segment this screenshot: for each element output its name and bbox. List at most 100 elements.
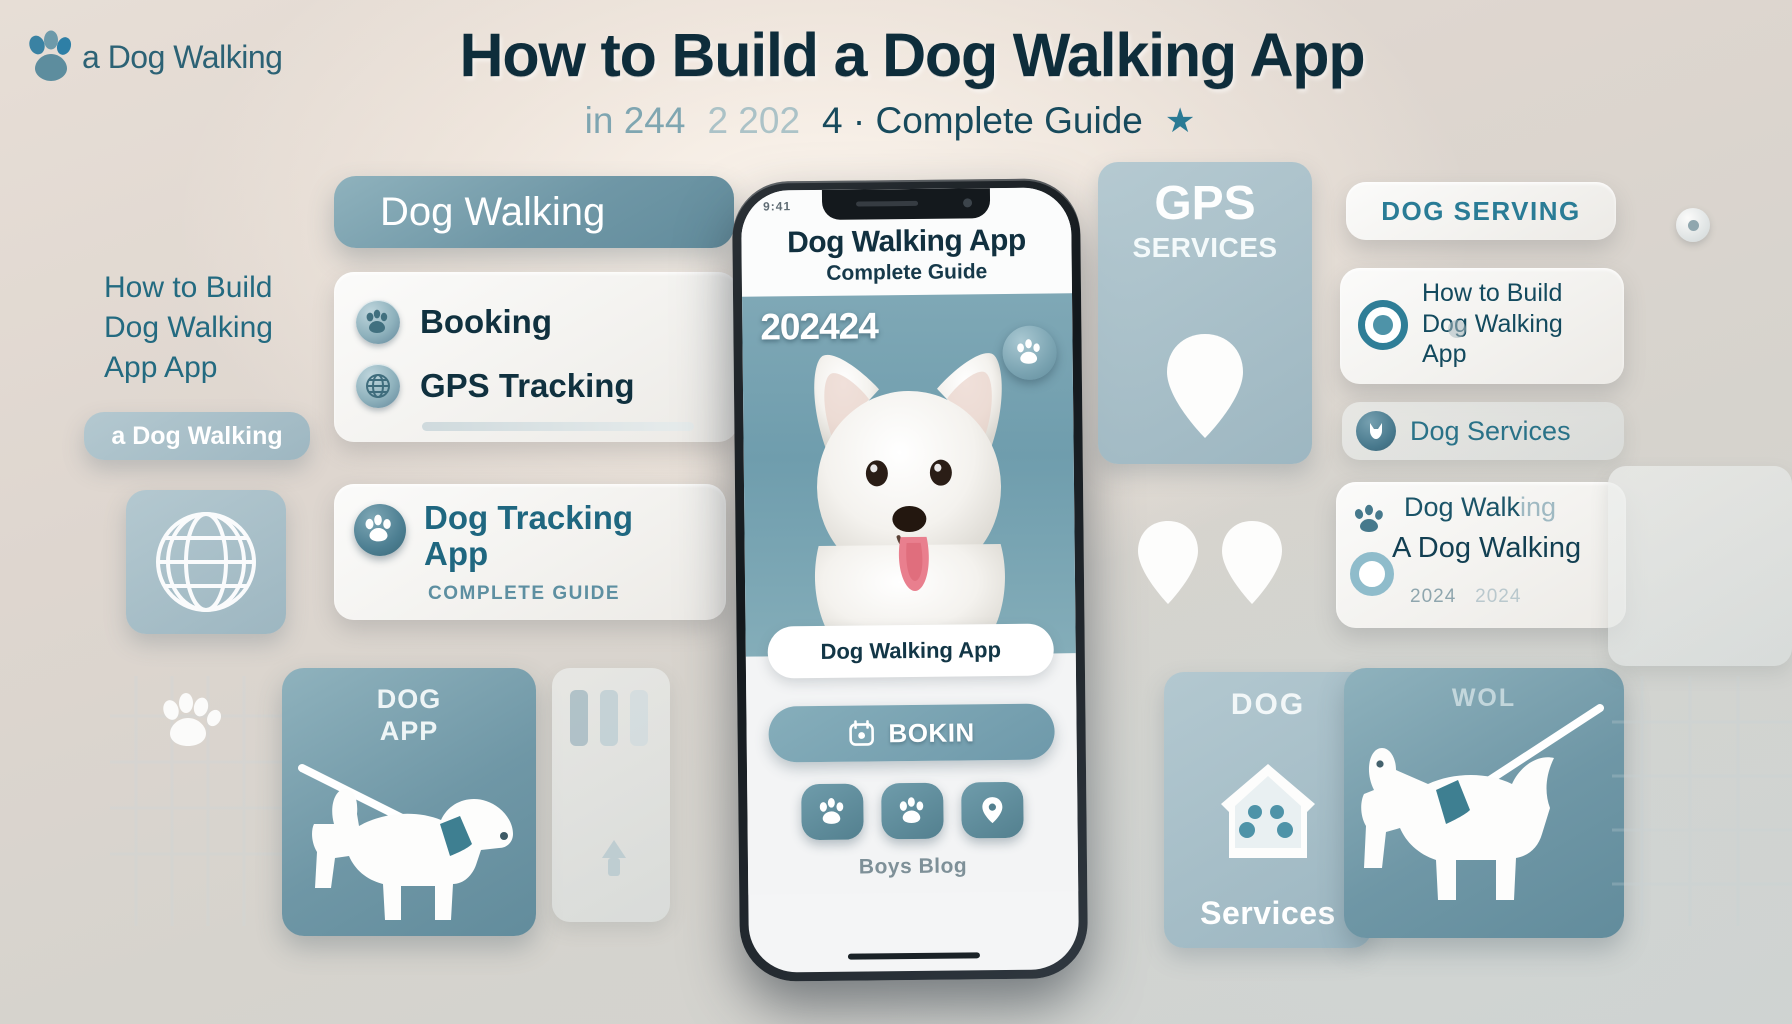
status-bar-time: 9:41 <box>763 199 792 214</box>
dog-walking-banner[interactable]: Dog Walking <box>334 176 734 248</box>
page-subtitle: in 244 2 202 4 · Complete Guide ★ <box>330 100 1450 142</box>
front-camera-icon <box>963 198 973 208</box>
dog-serving-pill-label: DOG SERVING <box>1381 195 1581 226</box>
dog-on-leash-icon <box>1361 704 1604 900</box>
dog-tracking-title-1: Dog Tracking <box>424 499 634 536</box>
page-title: How to Build a Dog Walking App <box>459 21 1366 89</box>
subtitle-fragment-b: 2 202 <box>707 100 801 141</box>
dog-photo <box>814 353 1005 657</box>
decorative-grid-right <box>1612 676 1792 926</box>
dog-walking-banner-label: Dog Walking <box>380 189 606 234</box>
feature-row-gps[interactable]: GPS Tracking <box>356 354 738 418</box>
speaker-grille <box>856 200 919 207</box>
quick-tile-paw-1[interactable] <box>801 783 864 841</box>
gps-services-line-2: SERVICES <box>1132 232 1278 263</box>
app-quick-tiles <box>769 781 1056 841</box>
app-hero-image: 202424 <box>742 293 1076 657</box>
paw-print-icon <box>1017 339 1040 364</box>
booking-cta-button[interactable]: BOKIN <box>768 703 1055 763</box>
dog-tracking-subtitle: COMPLETE GUIDE <box>428 582 621 604</box>
dog-walking-info-line-1-fade: ing <box>1520 492 1557 522</box>
paw-print-icon <box>29 30 72 81</box>
app-footer-label: Boys Blog <box>858 854 968 879</box>
phone-notch <box>821 188 991 220</box>
paw-print-icon <box>819 798 844 824</box>
decorative-dot-small <box>1448 320 1466 338</box>
dog-services-tile-line-1: DOG <box>1230 688 1306 721</box>
paw-print-icon <box>354 504 406 556</box>
star-icon: ★ <box>1164 102 1196 140</box>
decorative-panel-right <box>1608 466 1792 666</box>
map-pin-icon <box>982 797 1003 824</box>
dog-services-pill[interactable]: Dog Services <box>1342 402 1624 460</box>
dog-tracking-title-2: App <box>424 535 489 573</box>
feature-row-booking-label: Booking <box>420 303 552 340</box>
dog-tracking-card[interactable]: Dog Tracking App COMPLETE GUIDE <box>334 484 726 620</box>
quick-tile-paw-2[interactable] <box>881 782 944 840</box>
brand-name: a Dog Walking <box>82 38 283 75</box>
subtitle-main: 4 · Complete Guide <box>822 100 1143 141</box>
a-dog-walking-pill-label: a Dog Walking <box>111 421 283 450</box>
globe-badge-icon <box>356 364 400 408</box>
dog-walking-info-line-1-main: Dog Walk <box>1404 492 1521 522</box>
a-dog-walking-pill[interactable]: a Dog Walking <box>84 412 310 460</box>
dog-on-leash-icon <box>298 764 513 920</box>
dog-serving-pill[interactable]: DOG SERVING <box>1346 182 1616 240</box>
dog-app-tile[interactable]: DOG APP <box>282 668 536 936</box>
dog-walking-info-year: 2024 <box>1410 586 1457 607</box>
app-title: Dog Walking App <box>786 223 1026 260</box>
hero-paw-fab-button[interactable] <box>1002 325 1057 381</box>
poster-canvas: a Dog Walking How to Build a Dog Walking… <box>0 0 1792 1024</box>
phone-screen: 9:41 Dog Walking App Complete Guide 2024… <box>740 187 1080 973</box>
left-heading-line-3: App App <box>104 350 218 384</box>
app-search-pill-label: Dog Walking App <box>820 637 1002 664</box>
dog-walking-info-line-1: Dog Walking <box>1404 492 1556 523</box>
target-dot-icon <box>1358 300 1408 350</box>
booking-cta-label: BOKIN <box>888 716 975 748</box>
how-to-build-line-1: How to Build <box>1422 279 1563 307</box>
app-subtitle: Complete Guide <box>826 260 988 285</box>
how-to-build-line-3: App <box>1422 340 1467 368</box>
gps-services-line-1: GPS <box>1154 177 1256 230</box>
hero-year-label: 202424 <box>760 305 879 348</box>
dog-services-tile[interactable]: DOG Services <box>1164 672 1372 948</box>
dog-head-icon <box>1356 411 1396 451</box>
decorative-dot-large <box>1676 208 1710 242</box>
brand-logo: a Dog Walking <box>26 30 283 84</box>
map-pin-icon-left[interactable] <box>1132 518 1204 610</box>
paw-badge-icon <box>356 300 400 344</box>
home-indicator[interactable] <box>847 952 980 960</box>
decorative-bars-panel <box>552 668 670 922</box>
calendar-icon <box>849 720 874 746</box>
left-heading-line-2: Dog Walking <box>104 310 273 344</box>
paw-print-icon <box>899 797 924 823</box>
globe-tile[interactable] <box>126 490 286 634</box>
dog-walking-info-years: 2024 2024 <box>1410 586 1521 608</box>
target-dot-icon <box>1350 552 1394 596</box>
feature-row-booking[interactable]: Booking <box>356 290 738 354</box>
quick-tile-pin[interactable] <box>961 781 1024 839</box>
feature-row-gps-label: GPS Tracking <box>420 367 635 404</box>
dog-walking-info-card[interactable]: Dog Walking A Dog Walking 2024 2024 <box>1336 482 1626 628</box>
subtitle-fragment-a: in 244 <box>584 100 686 141</box>
globe-icon <box>156 512 256 612</box>
dog-services-pill-label: Dog Services <box>1410 415 1571 446</box>
app-search-pill[interactable]: Dog Walking App <box>767 623 1055 679</box>
map-pin-icon-right[interactable] <box>1216 518 1288 610</box>
gps-services-tile[interactable]: GPS SERVICES <box>1098 162 1312 464</box>
dog-services-tile-line-2: Services <box>1200 895 1336 931</box>
app-body: Dog Walking App BOKIN Boys Blog <box>745 623 1079 895</box>
left-heading: How to Build Dog Walking App App <box>104 268 344 388</box>
pet-house-icon <box>1221 764 1315 858</box>
dog-walking-tile[interactable]: WOL <box>1344 668 1624 938</box>
paw-print-icon <box>163 693 221 746</box>
features-card: Booking GPS Tracking <box>334 272 738 442</box>
left-heading-line-1: How to Build <box>104 271 273 304</box>
paw-print-icon <box>1354 504 1383 532</box>
dog-walking-info-year-fade: 2024 <box>1475 586 1522 607</box>
dog-app-tile-line-1: DOG <box>376 684 442 714</box>
dog-walking-info-line-2: A Dog Walking <box>1392 532 1582 564</box>
progress-bar <box>422 422 694 431</box>
map-pin-icon <box>1167 334 1243 438</box>
how-to-build-card[interactable]: How to Build Dog Walking App <box>1340 268 1624 384</box>
